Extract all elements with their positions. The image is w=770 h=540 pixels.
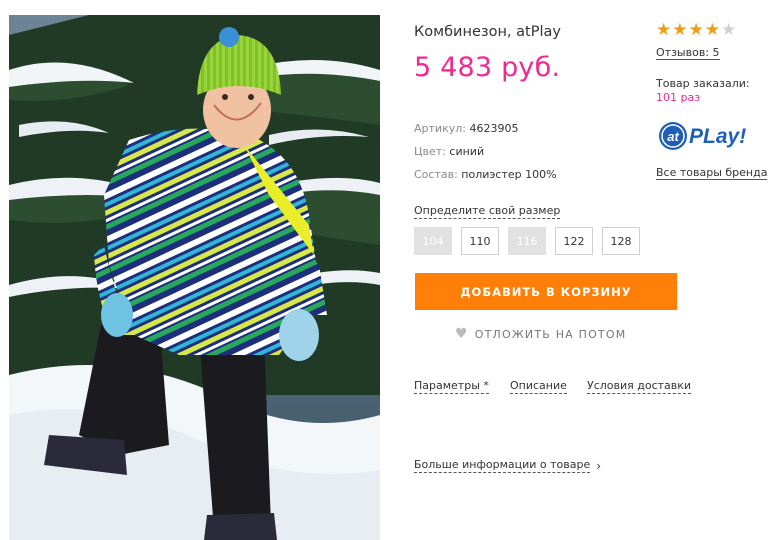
star-empty-icon: ★ [721,20,737,40]
size-guide-link[interactable]: Определите свой размер [414,204,561,219]
star-icon: ★ [656,20,672,40]
size-selector: 104 110 116 122 128 [414,227,640,255]
save-for-later-button[interactable]: ♥ ОТЛОЖИТЬ НА ПОТОМ [455,327,626,341]
tab-parameters[interactable]: Параметры * [414,379,489,394]
more-info-link[interactable]: Больше информации о товаре › [414,458,601,473]
orders-label: Товар заказали: [656,77,750,90]
attribute-color-value: синий [449,145,485,158]
star-icon: ★ [672,20,688,40]
reviews-link[interactable]: Отзывов: 5 [656,46,720,60]
chevron-right-icon: › [596,458,602,473]
attribute-sku-value: 4623905 [469,122,519,135]
attribute-composition-value: полиэстер 100% [461,168,557,181]
tab-delivery[interactable]: Условия доставки [587,379,692,394]
star-icon: ★ [688,20,704,40]
product-photo-illustration [9,15,380,540]
atplay-logo: at PLay! [659,122,746,150]
product-photo[interactable] [9,15,380,540]
size-option-116[interactable]: 116 [508,227,546,255]
rating-stars: ★ ★ ★ ★ ★ [656,22,736,39]
logo-badge-text: at [667,129,679,144]
product-price: 5 483 руб. [414,52,561,83]
size-option-110[interactable]: 110 [461,227,499,255]
orders-count: 101 раз [656,91,701,104]
attribute-composition-label: Состав: [414,168,458,181]
attribute-color: Цвет: синий [414,145,484,158]
size-option-104[interactable]: 104 [414,227,452,255]
more-info-label: Больше информации о товаре [414,458,591,473]
heart-icon: ♥ [455,326,469,342]
product-title: Комбинезон, atPlay [414,24,561,40]
star-icon: ★ [704,20,720,40]
tab-description[interactable]: Описание [510,379,567,394]
attribute-color-label: Цвет: [414,145,446,158]
size-option-128[interactable]: 128 [602,227,640,255]
attribute-sku-label: Артикул: [414,122,466,135]
brand-logo[interactable]: at PLay! [658,118,768,154]
attribute-sku: Артикул: 4623905 [414,122,518,135]
all-brand-products-link[interactable]: Все товары бренда [656,166,768,180]
orders-info: Товар заказали: 101 раз [656,77,750,105]
size-option-122[interactable]: 122 [555,227,593,255]
logo-wordmark-text: PLay! [689,125,746,148]
add-to-cart-button[interactable]: ДОБАВИТЬ В КОРЗИНУ [415,273,677,310]
save-for-later-label: ОТЛОЖИТЬ НА ПОТОМ [474,327,627,341]
attribute-composition: Состав: полиэстер 100% [414,168,557,181]
